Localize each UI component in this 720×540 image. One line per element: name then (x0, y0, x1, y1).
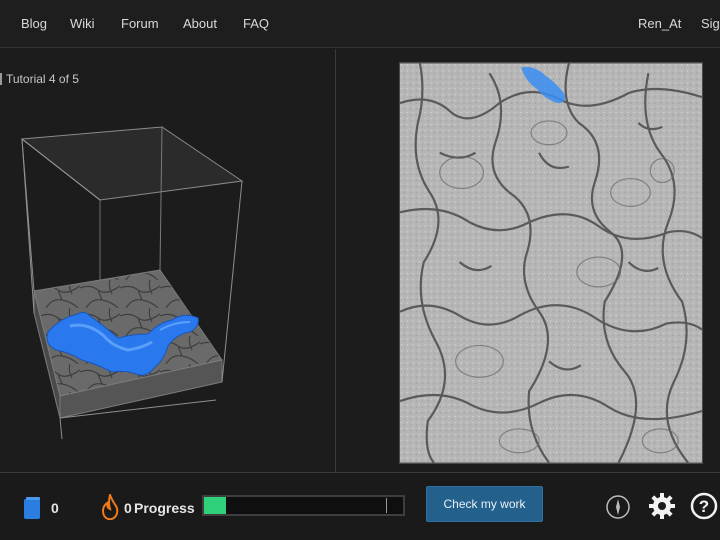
top-nav: Blog Wiki Forum About FAQ Ren_At Sign (0, 0, 720, 48)
tutorial-label-text: Tutorial 4 of 5 (6, 72, 79, 86)
tutorial-bar-icon (0, 73, 2, 85)
cube-count: 0 (51, 500, 59, 516)
nav-link-faq[interactable]: FAQ (243, 16, 269, 31)
nav-link-forum[interactable]: Forum (121, 16, 159, 31)
progress-label: Progress (134, 500, 195, 516)
flame-icon (101, 494, 119, 520)
svg-text:?: ? (699, 497, 709, 516)
progress-fill (204, 497, 226, 514)
cube-icon (24, 497, 40, 519)
user-link[interactable]: Ren_At (638, 16, 681, 31)
nav-link-about[interactable]: About (183, 16, 217, 31)
help-icon[interactable]: ? (690, 492, 718, 520)
3d-cube-view[interactable] (0, 110, 335, 450)
progress-bar (202, 495, 405, 516)
check-my-work-button[interactable]: Check my work (426, 486, 543, 522)
progress-marker (386, 498, 387, 513)
gear-icon[interactable] (648, 492, 676, 520)
nav-link-wiki[interactable]: Wiki (70, 16, 95, 31)
tutorial-indicator: Tutorial 4 of 5 (0, 72, 79, 86)
em-image-slice[interactable] (399, 62, 703, 464)
sign-link[interactable]: Sign (701, 16, 720, 31)
flame-count: 0 (124, 500, 132, 516)
compass-icon[interactable] (605, 494, 631, 520)
nav-link-blog[interactable]: Blog (21, 16, 47, 31)
